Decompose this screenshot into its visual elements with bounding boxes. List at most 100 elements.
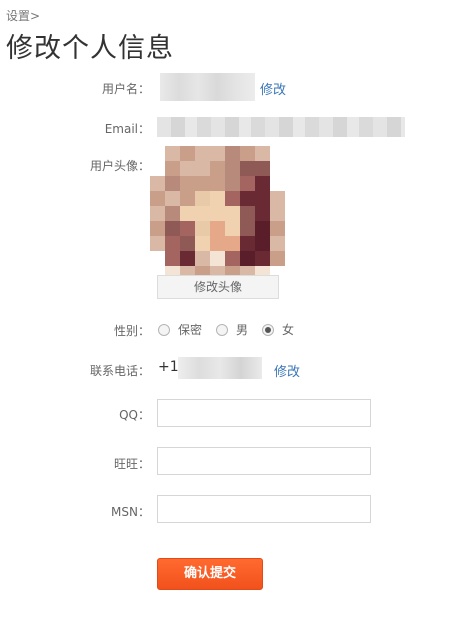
avatar-pixel bbox=[270, 176, 285, 191]
gender-option-label: 保密 bbox=[178, 323, 203, 337]
gender-option-secret[interactable]: 保密 bbox=[158, 321, 202, 338]
avatar-pixel bbox=[195, 236, 210, 251]
gender-option-label: 女 bbox=[282, 323, 295, 337]
wangwang-label: 旺旺： bbox=[113, 457, 150, 471]
avatar-pixel bbox=[165, 221, 180, 236]
avatar-pixel bbox=[165, 176, 180, 191]
avatar-pixel bbox=[210, 206, 225, 221]
phone-prefix: +1 bbox=[158, 359, 179, 375]
avatar-pixel bbox=[165, 206, 180, 221]
avatar-pixel bbox=[255, 191, 270, 206]
avatar-pixel bbox=[210, 236, 225, 251]
avatar-pixel bbox=[210, 191, 225, 206]
avatar-pixel bbox=[225, 251, 240, 266]
avatar-pixel bbox=[225, 236, 240, 251]
avatar-pixel bbox=[225, 206, 240, 221]
avatar-pixel bbox=[165, 146, 180, 161]
avatar-pixel bbox=[180, 221, 195, 236]
avatar-pixel bbox=[165, 161, 180, 176]
avatar-pixel bbox=[165, 236, 180, 251]
avatar-pixel bbox=[150, 191, 165, 206]
avatar-pixel bbox=[150, 146, 165, 161]
avatar-pixel bbox=[255, 221, 270, 236]
avatar-pixel bbox=[240, 251, 255, 266]
avatar-pixel bbox=[150, 206, 165, 221]
avatar-pixel bbox=[165, 191, 180, 206]
avatar-pixel bbox=[180, 176, 195, 191]
avatar-pixel bbox=[180, 236, 195, 251]
avatar-pixel bbox=[210, 176, 225, 191]
edit-phone-link[interactable]: 修改 bbox=[274, 361, 300, 380]
avatar-pixel bbox=[270, 206, 285, 221]
breadcrumb[interactable]: 设置> bbox=[6, 7, 40, 24]
avatar-pixel bbox=[225, 221, 240, 236]
avatar-pixel bbox=[180, 251, 195, 266]
avatar-pixel bbox=[270, 161, 285, 176]
avatar-pixel bbox=[210, 221, 225, 236]
email-label: Email： bbox=[104, 122, 150, 136]
username-value-redacted bbox=[160, 73, 255, 101]
submit-button[interactable]: 确认提交 bbox=[157, 558, 263, 590]
avatar-pixel bbox=[240, 176, 255, 191]
avatar-pixel bbox=[270, 236, 285, 251]
avatar-pixel bbox=[255, 251, 270, 266]
avatar-pixel bbox=[255, 176, 270, 191]
msn-input[interactable] bbox=[157, 495, 371, 523]
avatar-pixel bbox=[225, 161, 240, 176]
avatar-pixel bbox=[180, 146, 195, 161]
avatar-pixel bbox=[255, 161, 270, 176]
avatar-pixel bbox=[240, 146, 255, 161]
username-label: 用户名： bbox=[101, 82, 150, 96]
avatar-pixel bbox=[255, 206, 270, 221]
avatar-pixel bbox=[270, 221, 285, 236]
avatar-pixel bbox=[255, 146, 270, 161]
avatar-pixel bbox=[225, 146, 240, 161]
gender-option-label: 男 bbox=[236, 323, 249, 337]
avatar-pixel bbox=[180, 191, 195, 206]
gender-option-female[interactable]: 女 bbox=[262, 321, 294, 338]
avatar-pixel bbox=[195, 221, 210, 236]
avatar-pixel bbox=[210, 146, 225, 161]
avatar-pixel bbox=[150, 161, 165, 176]
phone-value-redacted bbox=[178, 357, 262, 379]
avatar-pixel bbox=[210, 161, 225, 176]
avatar-pixel bbox=[240, 206, 255, 221]
avatar-pixel bbox=[150, 236, 165, 251]
avatar-label: 用户头像： bbox=[89, 159, 150, 173]
avatar-pixel bbox=[195, 176, 210, 191]
avatar-pixel bbox=[165, 251, 180, 266]
avatar-pixel bbox=[270, 251, 285, 266]
radio-circle-selected[interactable] bbox=[262, 323, 275, 336]
avatar bbox=[150, 146, 285, 281]
edit-username-link[interactable]: 修改 bbox=[260, 79, 286, 98]
radio-circle[interactable] bbox=[216, 323, 229, 336]
gender-option-male[interactable]: 男 bbox=[216, 321, 248, 338]
avatar-pixel bbox=[240, 191, 255, 206]
avatar-pixel bbox=[240, 161, 255, 176]
avatar-pixel bbox=[225, 191, 240, 206]
gender-radio-group: 保密 男 女 bbox=[158, 321, 308, 338]
avatar-pixel bbox=[210, 251, 225, 266]
avatar-pixel bbox=[240, 236, 255, 251]
avatar-pixel bbox=[180, 206, 195, 221]
avatar-pixel bbox=[150, 251, 165, 266]
avatar-pixel bbox=[195, 251, 210, 266]
avatar-pixel bbox=[195, 206, 210, 221]
change-avatar-button[interactable]: 修改头像 bbox=[157, 275, 279, 299]
avatar-pixel bbox=[195, 146, 210, 161]
msn-label: MSN： bbox=[111, 505, 150, 519]
avatar-pixel bbox=[270, 191, 285, 206]
qq-input[interactable] bbox=[157, 399, 371, 427]
qq-label: QQ： bbox=[119, 408, 150, 422]
radio-circle[interactable] bbox=[158, 323, 170, 336]
avatar-pixel bbox=[195, 191, 210, 206]
phone-label: 联系电话： bbox=[89, 364, 150, 378]
avatar-pixel bbox=[180, 161, 195, 176]
avatar-pixel bbox=[195, 161, 210, 176]
avatar-pixel bbox=[240, 221, 255, 236]
wangwang-input[interactable] bbox=[157, 447, 371, 475]
avatar-pixel bbox=[270, 146, 285, 161]
avatar-pixel bbox=[150, 176, 165, 191]
gender-label: 性别： bbox=[113, 324, 150, 338]
avatar-pixel bbox=[150, 221, 165, 236]
